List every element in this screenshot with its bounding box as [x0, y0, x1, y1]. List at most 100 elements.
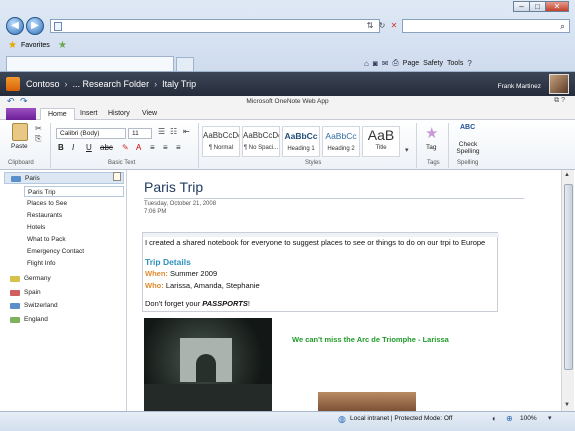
section-england[interactable]: England: [4, 314, 124, 326]
close-button[interactable]: ✕: [545, 1, 569, 12]
style-title[interactable]: AaB Title: [362, 126, 400, 157]
add-favorite-icon[interactable]: ★: [58, 40, 67, 51]
photo-caption[interactable]: We can't miss the Arc de Triomphe - Lari…: [292, 335, 449, 344]
section-spain[interactable]: Spain: [4, 287, 124, 299]
page-item-what-to-pack[interactable]: What to Pack: [24, 234, 124, 245]
user-name[interactable]: Frank Martinez: [498, 83, 541, 90]
page-item-flight-info[interactable]: Flight Info: [24, 258, 124, 269]
check-spelling-button[interactable]: Check Spelling: [456, 141, 480, 155]
second-photo[interactable]: [318, 392, 416, 411]
page-menu[interactable]: Page: [403, 60, 419, 67]
align-right-icon[interactable]: ≡: [176, 143, 181, 152]
style-heading-2[interactable]: AaBbCc Heading 2: [322, 126, 360, 157]
window-mode-icon[interactable]: ⧉ ?: [554, 97, 565, 105]
numbering-icon[interactable]: ☷: [170, 127, 177, 136]
passports-line[interactable]: Don't forget your PASSPORTS!: [145, 299, 250, 308]
page-title[interactable]: Paris Trip: [144, 179, 203, 195]
zoom-level[interactable]: 100%: [520, 415, 537, 422]
highlight-icon[interactable]: ✎: [122, 143, 129, 152]
page-item-restaurants[interactable]: Restaurants: [24, 210, 124, 221]
compatibility-icon[interactable]: ⇅: [364, 19, 376, 33]
tags-group-label: Tags: [427, 160, 440, 166]
styles-more-icon[interactable]: ▾: [405, 146, 409, 154]
scroll-down-icon[interactable]: ▼: [564, 402, 570, 408]
help-icon[interactable]: ?: [467, 59, 471, 68]
basic-text-group-label: Basic Text: [108, 160, 136, 166]
tag-icon[interactable]: ★: [425, 124, 438, 142]
note-intro[interactable]: I created a shared notebook for everyone…: [145, 238, 485, 247]
arc-de-triomphe-photo[interactable]: [144, 318, 272, 411]
cut-icon[interactable]: ✂: [35, 124, 42, 133]
bold-icon[interactable]: B: [58, 143, 64, 152]
back-button[interactable]: ◀: [6, 17, 24, 35]
spell-check-icon[interactable]: ABC: [460, 124, 475, 131]
strikethrough-icon[interactable]: abc: [100, 143, 113, 152]
tab-insert[interactable]: Insert: [80, 110, 98, 117]
favorites-star-icon[interactable]: ★: [8, 40, 17, 51]
style-heading-1[interactable]: AaBbCc Heading 1: [282, 126, 320, 157]
note-grip[interactable]: [143, 233, 499, 237]
security-zone[interactable]: Local intranet | Protected Mode: Off: [350, 415, 452, 422]
section-paris[interactable]: Paris: [4, 172, 124, 184]
italic-icon[interactable]: I: [72, 143, 74, 152]
paste-icon[interactable]: [12, 123, 28, 141]
underline-icon[interactable]: U: [86, 143, 92, 152]
font-color-icon[interactable]: A: [136, 143, 141, 152]
tab-history[interactable]: History: [108, 110, 130, 117]
page-item-paris-trip[interactable]: Paris Trip: [24, 186, 124, 197]
file-tab[interactable]: [6, 108, 36, 120]
breadcrumb-notebook[interactable]: Italy Trip: [162, 79, 196, 89]
print-icon[interactable]: ⎙: [392, 58, 398, 68]
refresh-icon[interactable]: ↻: [376, 19, 388, 33]
group-divider: [50, 123, 51, 168]
style-normal[interactable]: AaBbCcDc ¶ Normal: [202, 126, 240, 157]
breadcrumb-contoso[interactable]: Contoso: [26, 79, 60, 89]
align-center-icon[interactable]: ≡: [163, 143, 168, 152]
paste-button[interactable]: Paste: [11, 143, 28, 150]
avatar[interactable]: [549, 74, 569, 94]
page-item-places-to-see[interactable]: Places to See: [24, 198, 124, 209]
scroll-up-icon[interactable]: ▲: [564, 172, 570, 178]
clipboard-group-label: Clipboard: [8, 160, 34, 166]
mail-icon[interactable]: ✉: [382, 59, 389, 68]
page-item-hotels[interactable]: Hotels: [24, 222, 124, 233]
trip-details-heading[interactable]: Trip Details: [145, 257, 191, 267]
search-input[interactable]: ⌕: [402, 19, 570, 33]
align-left-icon[interactable]: ≡: [150, 143, 155, 152]
vertical-scrollbar[interactable]: ▲ ▼: [561, 170, 574, 411]
zoom-icon[interactable]: ⊕: [506, 414, 513, 423]
copy-icon[interactable]: ⎘: [35, 134, 41, 144]
home-icon[interactable]: ⌂: [364, 59, 369, 68]
protected-mode-icon[interactable]: ◐: [492, 414, 497, 423]
safety-menu[interactable]: Safety: [423, 60, 443, 67]
zoom-dropdown-icon[interactable]: ▾: [548, 414, 552, 422]
who-line[interactable]: Who: Larissa, Amanda, Stephanie: [145, 281, 260, 290]
font-size-select[interactable]: 11: [128, 128, 152, 139]
browser-tab[interactable]: [6, 56, 174, 71]
new-page-icon[interactable]: [113, 172, 121, 181]
when-line[interactable]: When: Summer 2009: [145, 269, 217, 278]
new-tab-button[interactable]: [176, 57, 194, 71]
font-name-select[interactable]: Calibri (Body): [56, 128, 126, 139]
address-bar[interactable]: [50, 19, 380, 33]
page-item-emergency-contact[interactable]: Emergency Contact: [24, 246, 124, 257]
feeds-icon[interactable]: ◙: [373, 59, 378, 68]
tab-view[interactable]: View: [142, 110, 157, 117]
section-switzerland[interactable]: Switzerland: [4, 300, 124, 312]
style-no-spacing[interactable]: AaBbCcDc ¶ No Spaci...: [242, 126, 280, 157]
indent-icon[interactable]: ⇤: [183, 127, 190, 136]
search-icon[interactable]: ⌕: [560, 21, 565, 32]
tools-menu[interactable]: Tools: [447, 60, 463, 67]
stop-icon[interactable]: ✕: [388, 19, 400, 33]
forward-button[interactable]: ▶: [26, 17, 44, 35]
tag-button[interactable]: Tag: [426, 144, 436, 151]
maximize-button[interactable]: □: [529, 1, 546, 12]
section-germany[interactable]: Germany: [4, 273, 124, 285]
breadcrumb-research-folder[interactable]: ... Research Folder: [73, 79, 150, 89]
minimize-button[interactable]: –: [513, 1, 530, 12]
note-container[interactable]: I created a shared notebook for everyone…: [142, 232, 499, 312]
scroll-thumb[interactable]: [564, 184, 573, 370]
favorites-button[interactable]: Favorites: [21, 42, 50, 49]
bullets-icon[interactable]: ☰: [158, 127, 165, 136]
page-canvas[interactable]: Paris Trip Tuesday, October 21, 2008 7:0…: [128, 170, 560, 411]
